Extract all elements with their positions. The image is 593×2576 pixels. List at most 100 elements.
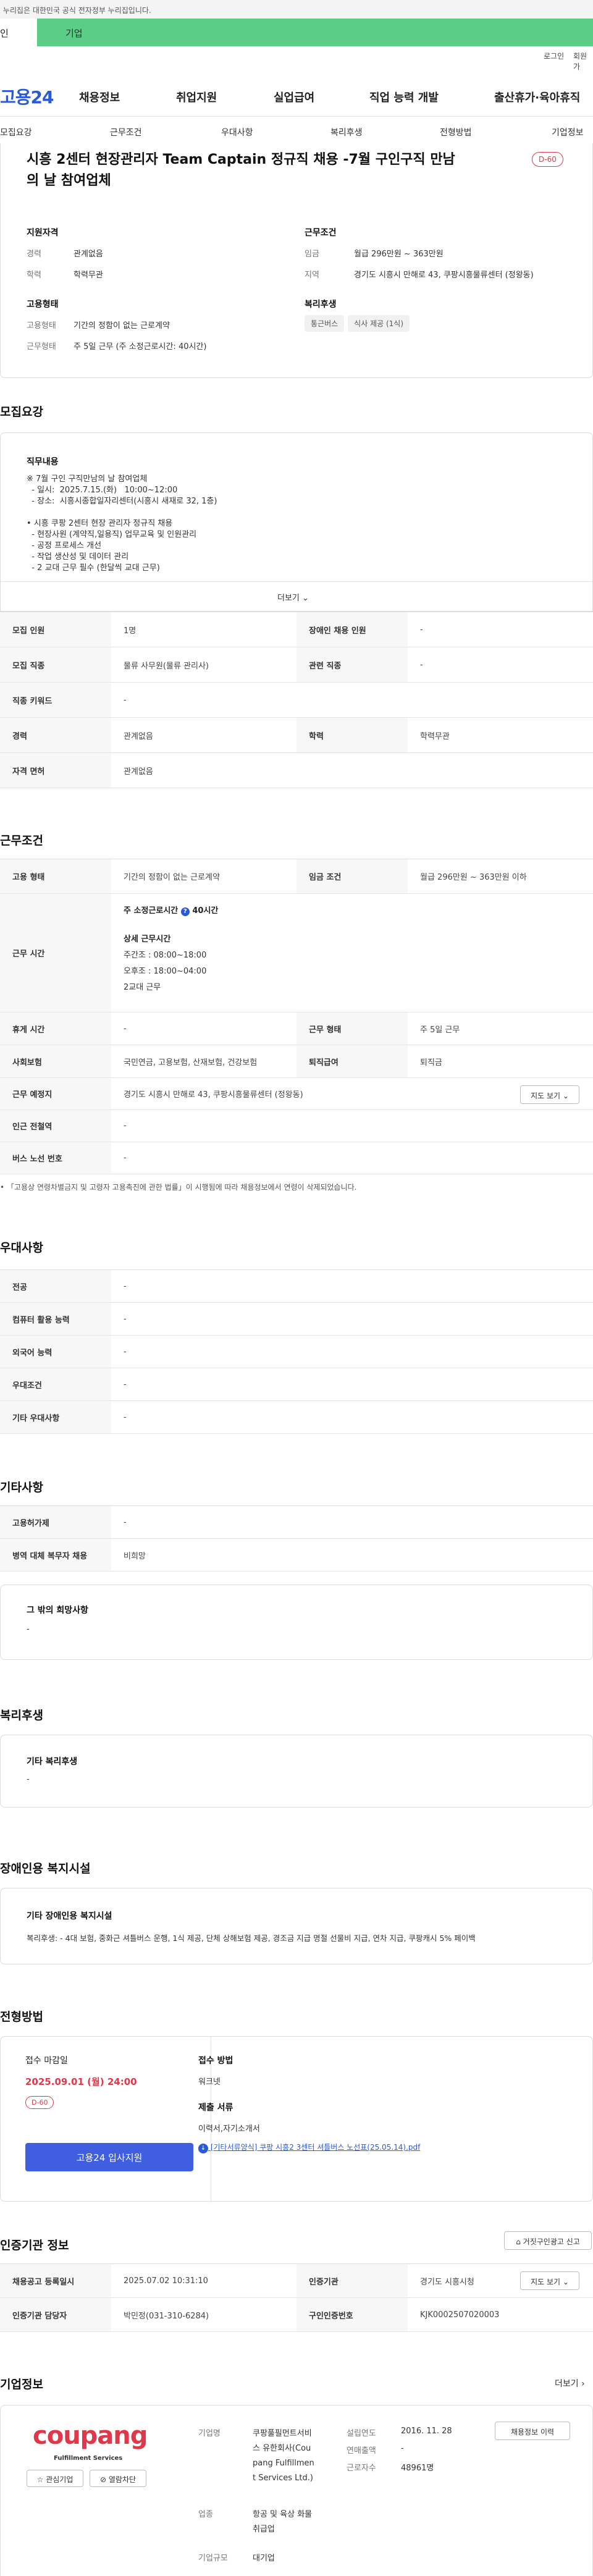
favorite-company-button[interactable]: ☆ 관심기업 (27, 2470, 83, 2487)
table-cell: KJK0002507020003 (420, 2310, 500, 2320)
cond-value: 월급 296만원 ~ 363만원 (354, 250, 444, 259)
table-row: 병역 대체 복무자 채용 비희망 (0, 1539, 593, 1572)
lnb-welfare[interactable]: 복리후생 (330, 126, 363, 138)
table-header: 임금 조건 (296, 859, 408, 893)
selection-card: 접수 마감일 2025.09.01 (월) 24:00 D-60 고용24 입사… (0, 2036, 593, 2202)
gnb-item-jobs[interactable]: 채용정보 (79, 89, 120, 105)
table-cell: - (124, 1314, 127, 1324)
table-row: 고용 형태 기간의 정함이 없는 근로계약 임금 조건 월급 296만원 ~ 3… (0, 859, 593, 894)
company-name-label: 기업명 (198, 2429, 221, 2438)
table-cell: 퇴직금 (420, 1058, 442, 1067)
gnb-item-training[interactable]: 직업 능력 개발 (369, 89, 439, 105)
table-cell: - (124, 1517, 127, 1527)
disability-value: 복리후생: - 4대 보험, 중화근 셔틀버스 운행, 1식 제공, 단체 상해… (27, 1934, 476, 1943)
company-more-label: 더보기 (555, 2379, 579, 2389)
home-icon: ⌂ (516, 2237, 521, 2246)
dday-badge: D-60 (532, 152, 563, 167)
table-row: 사회보험 국민연금, 고용보험, 산재보험, 건강보험 퇴직급여 퇴직금 (0, 1045, 593, 1078)
table-cell: 1명 (124, 626, 137, 636)
table-cell: - (124, 1281, 127, 1291)
chevron-down-icon: ⌄ (302, 594, 309, 603)
table-header: 근무 시간 (0, 894, 111, 1012)
hours-weekly-value: 40시간 (192, 906, 219, 915)
etc-other-head: 그 밖의 희망사항 (27, 1606, 88, 1615)
login-link[interactable]: 로그인 (544, 51, 564, 61)
table-header: 장애인 채용 인원 (296, 612, 408, 647)
table-cell: 물류 사무원(물류 관리사) (124, 661, 209, 671)
cond-label: 지역 (305, 271, 319, 280)
qual-label: 경력 (27, 250, 41, 259)
table-row: 모집 인원 1명 장애인 채용 인원 - (0, 612, 593, 647)
table-header: 구인인증번호 (296, 2298, 408, 2331)
etc-other-value: - (27, 1625, 30, 1634)
table-row: 인근 전철역 - (0, 1110, 593, 1142)
more-button[interactable]: 더보기 ⌄ (277, 591, 309, 603)
table-row: 자격 면허 관계없음 (0, 753, 593, 788)
lnb-company[interactable]: 기업정보 (552, 126, 584, 138)
table-header: 모집 직종 (0, 647, 111, 682)
table-cell: - (124, 1121, 127, 1130)
table-header: 휴게 시간 (0, 1012, 111, 1045)
lnb-selection[interactable]: 전형방법 (440, 126, 472, 138)
gnb-item-leave[interactable]: 출산휴가·육아휴직 (494, 89, 580, 105)
table-cell: 관계없음 (124, 731, 153, 741)
selection-section-title: 전형방법 (0, 2010, 43, 2024)
tab-personal[interactable]: 인 (0, 19, 37, 46)
hire-history-button[interactable]: 채용정보 이력 (495, 2422, 570, 2440)
block-icon: ⊘ (99, 2475, 107, 2484)
hours-weekly: 주 소정근로시간 ? 40시간 (124, 904, 218, 916)
table-row: 채용공고 등록일시 2025.07.02 10:31:10 인증기관 경기도 시… (0, 2264, 593, 2298)
table-header: 퇴직급여 (296, 1045, 408, 1077)
employees-value: 48961명 (401, 2464, 434, 2473)
table-cell: 관계없음 (124, 767, 153, 777)
qual-head: 지원자격 (27, 228, 59, 238)
emp-label: 근무형태 (27, 342, 56, 351)
method-value: 워크넷 (198, 2077, 221, 2087)
cond-label: 임금 (305, 250, 319, 259)
docs-head: 제출 서류 (198, 2103, 233, 2113)
table-cell: - (124, 695, 127, 705)
founded-value: 2016. 11. 28 (401, 2427, 452, 2436)
gnb-item-support[interactable]: 취업지원 (176, 89, 217, 105)
method-head: 접수 방법 (198, 2056, 233, 2066)
company-size-label: 기업규모 (198, 2554, 228, 2563)
table-row: 휴게 시간 - 근무 형태 주 5일 근무 (0, 1012, 593, 1045)
cert-map-button[interactable]: 지도 보기 ⌄ (520, 2271, 579, 2290)
lnb-preference[interactable]: 우대사항 (221, 126, 253, 138)
table-header: 모집 인원 (0, 612, 111, 647)
table-header: 채용공고 등록일시 (0, 2264, 111, 2297)
attachment-link-label: [기타서류양식] 쿠팡 시흥2 3센터 셔틀버스 노선표(25.05.14).p… (210, 2143, 421, 2152)
table-header: 사회보험 (0, 1045, 111, 1077)
gnb-item-benefits[interactable]: 실업급여 (274, 89, 314, 105)
apply-button[interactable]: 고용24 입사지원 (25, 2143, 193, 2171)
map-button[interactable]: 지도 보기 ⌄ (520, 1085, 579, 1104)
table-row: 경력 관계없음 학력 학력무관 (0, 718, 593, 753)
cert-section-title: 인증기관 정보 (0, 2239, 69, 2252)
company-more-button[interactable]: 더보기 › (555, 2377, 585, 2389)
table-cell: 비희망 (124, 1551, 146, 1561)
table-cell: 박민정(031-310-6284) (124, 2311, 209, 2321)
age-note: • 「고용상 연령차별금지 및 고령자 고용촉진에 관한 법률」이 시행됨에 따… (0, 1183, 357, 1192)
gov-banner-text: 이 누리집은 대한민국 공식 전자정부 누리집입니다. (0, 6, 151, 15)
company-industry-label: 업종 (198, 2510, 213, 2519)
welfare-chip: 식사 제공 (1식) (348, 315, 410, 332)
lnb-recruit[interactable]: 모집요강 (0, 126, 32, 138)
table-cell: 기간의 정함이 없는 근로계약 (124, 873, 220, 882)
emp-value: 주 5일 근무 (주 소정근로시간: 40시간) (74, 342, 207, 351)
company-logo-sub: Fulfillment Services (54, 2455, 123, 2462)
qual-label: 학력 (27, 271, 41, 280)
site-logo[interactable]: 고용24 (0, 84, 54, 109)
report-fake-ad-button[interactable]: ⌂ 거짓구인광고 신고 (504, 2231, 592, 2250)
signup-link[interactable]: 회원가 (573, 51, 593, 72)
tab-corporate[interactable]: 기업 (37, 19, 593, 46)
info-icon[interactable]: ? (180, 907, 190, 916)
attachment-link[interactable]: ↓ [기타서류양식] 쿠팡 시흥2 3센터 셔틀버스 노선표(25.05.14)… (198, 2142, 420, 2153)
conditions-section-title: 근무조건 (0, 834, 43, 848)
block-view-button[interactable]: ⊘ 열람차단 (90, 2470, 146, 2487)
table-header: 학력 (296, 718, 408, 752)
job-title-line1: 시흥 2센터 현장관리자 Team Captain 정규직 채용 -7월 구인구… (27, 152, 455, 167)
disability-card: 기타 장애인용 복지시설 복리후생: - 4대 보험, 중화근 셔틀버스 운행,… (0, 1888, 593, 1964)
duty-text: ※ 7월 구인 구직만남의 날 참여업체 - 일시: 2025.7.15.(화)… (27, 474, 217, 573)
duty-head: 직무내용 (27, 457, 59, 467)
lnb-conditions[interactable]: 근무조건 (110, 126, 142, 138)
